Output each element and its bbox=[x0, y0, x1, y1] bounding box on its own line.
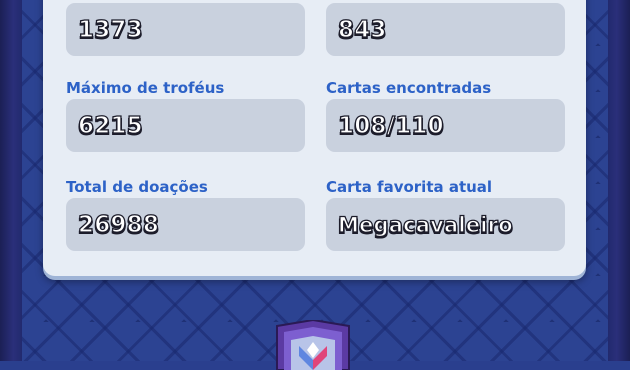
stat-value-box: 843 bbox=[326, 3, 565, 56]
stat-value-box: 108/110 bbox=[326, 99, 565, 152]
stat-favorite-card: Carta favorita atual Megacavaleiro bbox=[326, 176, 565, 251]
stat-value: 1373 bbox=[77, 16, 143, 43]
stat-value-box: 1373 bbox=[66, 3, 305, 56]
stat-value-box: 26988 bbox=[66, 198, 305, 251]
stat-value-max-trophies: 6215 bbox=[77, 112, 143, 139]
stat-label-max-trophies: Máximo de troféus bbox=[66, 79, 225, 97]
stat-max-trophies: Máximo de troféus 6215 bbox=[66, 77, 305, 152]
stat-label-favorite-card: Carta favorita atual bbox=[326, 178, 493, 196]
stat-top-left: 1373 bbox=[66, 0, 305, 56]
stat-value-box: 6215 bbox=[66, 99, 305, 152]
stat-value-box: Megacavaleiro bbox=[326, 198, 565, 251]
stat-value: 843 bbox=[337, 16, 387, 43]
stat-value-cards-found: 108/110 bbox=[337, 112, 444, 139]
player-stats-panel: 1373 843 Máximo de troféus 6215 Cartas e… bbox=[43, 0, 586, 276]
left-frame-edge bbox=[0, 0, 22, 361]
right-frame-edge bbox=[608, 0, 630, 361]
stat-cards-found: Cartas encontradas 108/110 bbox=[326, 77, 565, 152]
stat-value-favorite-card: Megacavaleiro bbox=[337, 212, 513, 237]
stat-value-total-donations: 26988 bbox=[77, 211, 160, 238]
stat-label-total-donations: Total de doações bbox=[66, 178, 208, 196]
stat-label-cards-found: Cartas encontradas bbox=[326, 79, 492, 97]
stat-total-donations: Total de doações 26988 bbox=[66, 176, 305, 251]
stat-top-right: 843 bbox=[326, 0, 565, 56]
arena-shield-icon[interactable] bbox=[273, 320, 353, 370]
